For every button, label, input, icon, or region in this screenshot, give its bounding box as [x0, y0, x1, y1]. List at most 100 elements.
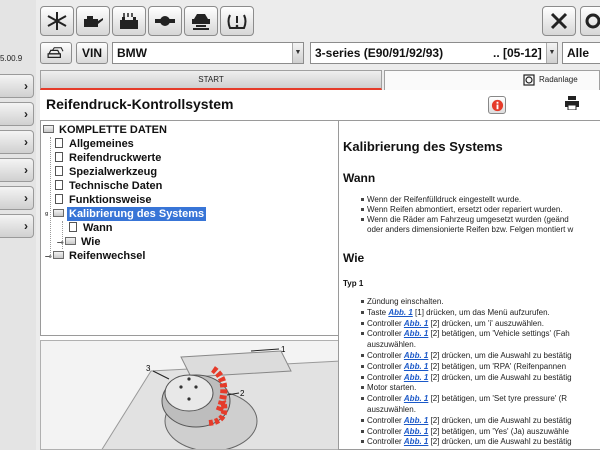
- chevron-down-icon: ▼: [546, 43, 557, 63]
- engine-select[interactable]: Alle: [562, 42, 600, 64]
- vehicle-select-button[interactable]: [40, 42, 72, 64]
- tab-radanlage[interactable]: Radanlage: [384, 70, 600, 90]
- abb-link[interactable]: Abb. 1: [388, 308, 412, 317]
- step-text: Controller: [367, 437, 404, 447]
- step-text: auszuwählen.: [367, 340, 416, 350]
- step-text: [2] drücken, um die Auswahl zu bestätig: [428, 415, 572, 425]
- vin-button[interactable]: VIN: [76, 42, 108, 64]
- timing-belt-button[interactable]: [148, 6, 182, 36]
- settings-button[interactable]: [580, 6, 600, 36]
- step-text: Controller: [367, 361, 404, 371]
- callout-1: 1: [281, 345, 286, 354]
- tree-item-reifenwechsel[interactable]: ⊸ Reifenwechsel: [45, 249, 147, 263]
- side-button-2[interactable]: ›: [0, 102, 34, 126]
- tools-button[interactable]: [542, 6, 576, 36]
- folder-icon: [43, 125, 54, 134]
- tab-start[interactable]: START: [40, 70, 382, 90]
- document-icon: [55, 166, 63, 177]
- step-text: Zündung einschalten.: [367, 297, 444, 306]
- step-item: Controller Abb. 1 [2] drücken, um die Au…: [361, 415, 572, 426]
- document-icon: [55, 180, 63, 191]
- engine-oil-icon: [84, 16, 103, 27]
- step-text: [2] drücken, um 'i' auszuwählen.: [428, 318, 544, 328]
- step-text: [2] betätigen, um 'Vehicle settings' (Fa…: [428, 329, 570, 339]
- tree-root[interactable]: KOMPLETTE DATEN: [43, 123, 169, 137]
- collapse-icon[interactable]: ᵍ: [45, 208, 53, 222]
- car-stack-icon: [47, 47, 64, 58]
- expand-icon[interactable]: ⊸: [57, 236, 65, 250]
- chevron-right-icon: ›: [24, 135, 28, 149]
- tree-item-spezialwerkzeug[interactable]: Spezialwerkzeug: [55, 165, 159, 179]
- doc-title: Kalibrierung des Systems: [343, 139, 503, 154]
- tools-icon: [550, 12, 568, 30]
- controller-illustration[interactable]: 1 2 3: [40, 340, 360, 450]
- tpms-button[interactable]: [220, 6, 254, 36]
- chevron-down-icon: ▼: [292, 43, 303, 63]
- document-icon: [55, 152, 63, 163]
- expand-icon[interactable]: ⊸: [45, 250, 53, 264]
- chevron-right-icon: ›: [24, 107, 28, 121]
- chevron-right-icon: ›: [24, 219, 28, 233]
- wann-bullet: Wenn der Reifenfülldruck eingestellt wur…: [360, 195, 522, 204]
- abb-link[interactable]: Abb. 1: [404, 319, 428, 328]
- typ-label: Typ 1: [343, 279, 364, 288]
- page-title: Reifendruck-Kontrollsystem: [46, 96, 234, 112]
- info-button[interactable]: [488, 96, 506, 114]
- abb-link[interactable]: Abb. 1: [404, 437, 428, 446]
- abb-link[interactable]: Abb. 1: [404, 329, 428, 338]
- content-tree: KOMPLETTE DATEN Allgemeines Reifendruckw…: [40, 120, 360, 336]
- side-button-3[interactable]: ›: [0, 130, 34, 154]
- printer-icon[interactable]: [564, 96, 580, 110]
- section-wie: Wie: [343, 251, 365, 265]
- tree-item-wann[interactable]: Wann: [69, 221, 115, 235]
- tab-radanlage-label: Radanlage: [539, 75, 578, 84]
- step-text: [2] drücken, um die Auswahl zu bestätig: [428, 351, 572, 360]
- engine-oil-button[interactable]: [76, 6, 110, 36]
- tree-item-kalibrierung[interactable]: ᵍ Kalibrierung des Systems: [45, 207, 207, 222]
- step-item: Controller Abb. 1 [2] drücken, um die Au…: [361, 437, 572, 447]
- step-item: Zündung einschalten.: [361, 297, 444, 307]
- document-icon: [55, 138, 63, 149]
- step-text: auszuwählen.: [367, 405, 416, 414]
- folder-icon: [65, 237, 76, 246]
- step-text: Motor starten.: [367, 383, 417, 393]
- abb-link[interactable]: Abb. 1: [404, 427, 428, 436]
- step-text: [2] betätigen, um 'Yes' (Ja) auszuwähle: [428, 426, 569, 436]
- tree-item-technische-daten[interactable]: Technische Daten: [55, 179, 164, 193]
- side-button-4[interactable]: ›: [0, 158, 34, 182]
- abb-link[interactable]: Abb. 1: [404, 362, 428, 371]
- side-button-5[interactable]: ›: [0, 186, 34, 210]
- abb-link[interactable]: Abb. 1: [404, 416, 428, 425]
- step-continued: auszuwählen.: [367, 340, 416, 350]
- step-text: Controller: [367, 318, 404, 328]
- document-icon: [55, 194, 63, 205]
- callout-3: 3: [146, 364, 151, 373]
- tree-item-allgemeines[interactable]: Allgemeines: [55, 137, 136, 151]
- air-conditioning-button[interactable]: [40, 6, 74, 36]
- abb-link[interactable]: Abb. 1: [404, 394, 428, 403]
- abb-link[interactable]: Abb. 1: [404, 373, 428, 382]
- step-text: Controller: [367, 426, 404, 436]
- side-button-1[interactable]: ›: [0, 74, 34, 98]
- make-select[interactable]: BMW ▼: [112, 42, 304, 64]
- wann-bullet: Wenn Reifen abmontiert, ersetzt oder rep…: [361, 205, 563, 214]
- wann-bullet-continued: oder anders dimensionierte Reifen bzw. F…: [367, 225, 574, 234]
- step-text: [1] drücken, um das Menü aufzurufen.: [412, 307, 550, 317]
- step-text: [2] drücken, um die Auswahl zu bestätig: [428, 437, 572, 447]
- battery-icon: [120, 13, 138, 29]
- battery-button[interactable]: [112, 6, 146, 36]
- step-continued: auszuwählen.: [367, 405, 416, 415]
- step-text: [2] drücken, um die Auswahl zu bestätig: [428, 372, 572, 382]
- car-lift-icon: [192, 14, 210, 30]
- abb-link[interactable]: Abb. 1: [404, 351, 428, 360]
- side-button-6[interactable]: ›: [0, 214, 34, 238]
- version-label: 5.00.9: [0, 54, 23, 63]
- tree-item-wie[interactable]: ⊸ Wie: [57, 235, 102, 249]
- years-value: .. [05-12]: [493, 46, 542, 60]
- car-lift-button[interactable]: [184, 6, 218, 36]
- tree-item-reifendruckwerte[interactable]: Reifendruckwerte: [55, 151, 163, 165]
- callout-2: 2: [240, 389, 245, 398]
- tree-item-funktionsweise[interactable]: Funktionsweise: [55, 193, 154, 207]
- timing-belt-icon: [155, 16, 175, 26]
- model-select[interactable]: 3-series (E90/91/92/93) .. [05-12] ▼: [310, 42, 558, 64]
